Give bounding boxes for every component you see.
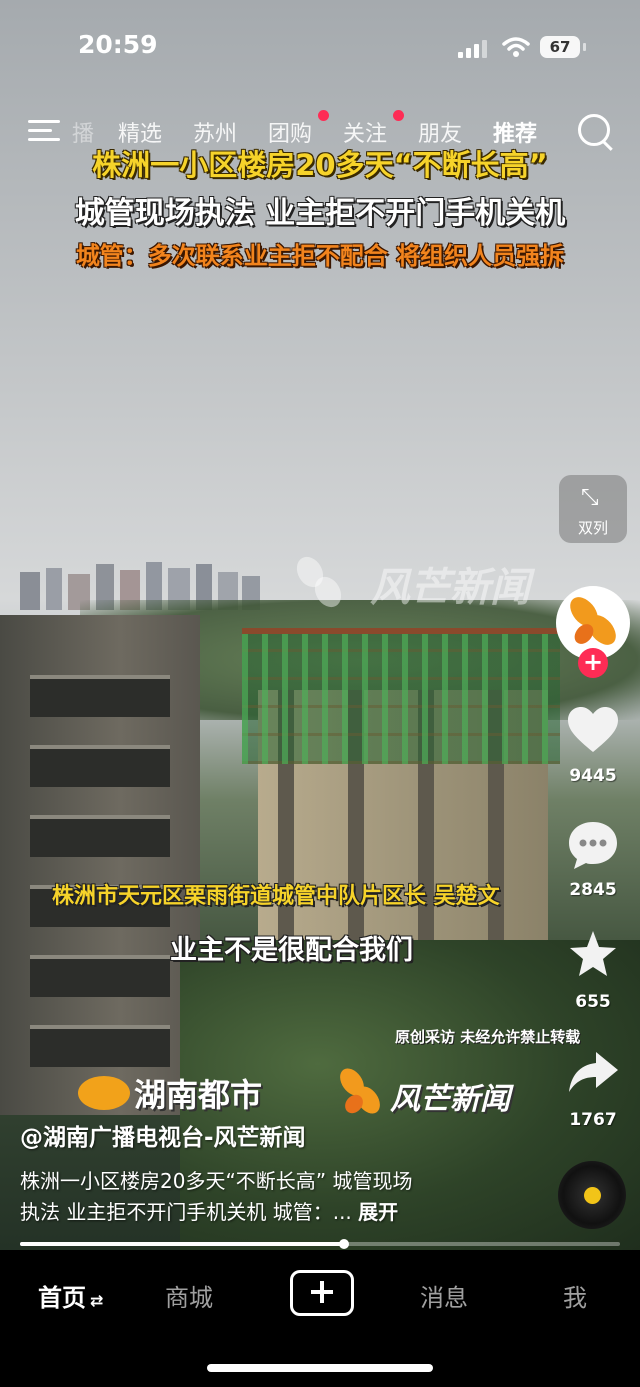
nav-home[interactable]: 首页 ⇄ xyxy=(38,1278,103,1313)
collapse-arrows-icon: ⤡ xyxy=(581,485,599,510)
speaker-caption: 株洲市天元区栗雨街道城管中队片区长 吴楚文 xyxy=(52,884,500,909)
tab-partial[interactable]: 播 xyxy=(72,116,94,148)
tab-friends[interactable]: 朋友 xyxy=(418,116,462,148)
progress-knob[interactable] xyxy=(339,1239,349,1249)
battery-indicator: 67 xyxy=(540,36,580,58)
headline-line-2: 城管现场执法 业主拒不开门手机关机 xyxy=(74,196,566,231)
battery-tip xyxy=(583,43,586,51)
wifi-icon xyxy=(502,37,530,57)
left-apartment-building xyxy=(0,615,200,1115)
fengmang-logo xyxy=(340,1068,380,1114)
description-line-2: 执法 业主拒不开门手机关机 城管：... xyxy=(20,1200,359,1224)
progress-fill xyxy=(20,1242,344,1246)
notification-dot xyxy=(393,110,404,121)
like-count: 9445 xyxy=(569,766,617,786)
notification-dot xyxy=(318,110,329,121)
headline-line-3: 城管：多次联系业主拒不配合 将组织人员强拆 xyxy=(75,242,565,270)
heart-icon[interactable] xyxy=(566,704,620,758)
video-description[interactable]: 株洲一小区楼房20多天“不断长高” 城管现场 执法 业主拒不开门手机关机 城管：… xyxy=(20,1166,540,1228)
music-disc-icon[interactable] xyxy=(558,1161,626,1229)
tab-following[interactable]: 关注 xyxy=(343,116,387,148)
hunan-dushi-logo xyxy=(78,1076,130,1110)
plus-icon[interactable] xyxy=(290,1270,354,1316)
top-tab-bar: 播 精选 苏州 团购 关注 朋友 推荐 xyxy=(0,110,640,154)
green-scaffolding xyxy=(242,628,560,764)
share-count: 1767 xyxy=(569,1110,617,1130)
copyright-notice: 原创采访 未经允许禁止转载 xyxy=(395,1028,581,1046)
nav-mall[interactable]: 商城 xyxy=(165,1278,213,1313)
dual-column-toggle[interactable]: ⤡ 双列 xyxy=(559,475,627,543)
brand-right-text: 风芒新闻 xyxy=(390,1082,510,1117)
share-icon[interactable] xyxy=(566,1046,620,1100)
comment-count: 2845 xyxy=(569,880,617,900)
follow-button[interactable]: + xyxy=(578,648,608,678)
description-line-1: 株洲一小区楼房20多天“不断长高” 城管现场 xyxy=(20,1169,413,1193)
tab-recommended[interactable]: 推荐 xyxy=(493,116,537,148)
star-icon[interactable] xyxy=(566,928,620,982)
tab-featured[interactable]: 精选 xyxy=(118,116,162,148)
watermark-logo xyxy=(296,556,342,608)
brand-left-text: 湖南都市 xyxy=(134,1076,263,1114)
expand-link[interactable]: 展开 xyxy=(358,1200,398,1224)
speech-caption: 业主不是很配合我们 xyxy=(170,935,413,966)
video-progress-bar[interactable] xyxy=(20,1239,620,1249)
tab-group-buy[interactable]: 团购 xyxy=(268,116,312,148)
cellular-signal-icon xyxy=(458,38,488,58)
watermark-text: 风芒新闻 xyxy=(370,565,530,611)
search-icon[interactable] xyxy=(578,114,610,146)
refresh-arrows-icon: ⇄ xyxy=(90,1291,104,1310)
menu-icon[interactable] xyxy=(28,118,60,144)
favorite-count: 655 xyxy=(575,992,611,1012)
author-name[interactable]: @湖南广播电视台-风芒新闻 xyxy=(20,1118,306,1152)
home-indicator xyxy=(207,1364,433,1372)
status-bar: 20:59 67 xyxy=(0,0,640,90)
video-player[interactable]: 株洲一小区楼房20多天“不断长高” 城管现场执法 业主拒不开门手机关机 城管：多… xyxy=(0,0,640,1250)
clock: 20:59 xyxy=(78,30,158,59)
bottom-nav-bar: 首页 ⇄ 商城 消息 我 xyxy=(0,1250,640,1387)
nav-home-label: 首页 xyxy=(38,1284,86,1312)
tab-suzhou[interactable]: 苏州 xyxy=(193,116,237,148)
nav-me[interactable]: 我 xyxy=(563,1278,587,1313)
dual-column-label: 双列 xyxy=(577,519,608,537)
comment-icon[interactable] xyxy=(566,818,620,872)
nav-messages[interactable]: 消息 xyxy=(420,1278,468,1313)
